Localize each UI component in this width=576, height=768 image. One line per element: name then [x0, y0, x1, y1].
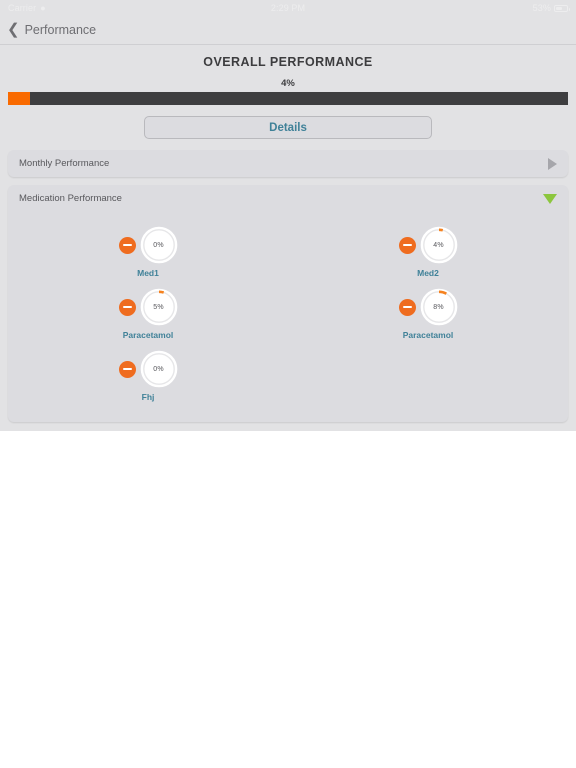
- overall-progress-fill: [8, 92, 31, 105]
- page-title: OVERALL PERFORMANCE: [203, 55, 373, 69]
- medication-row: 8%: [398, 288, 458, 326]
- panel-title-monthly-performance: Monthly Performance: [19, 158, 110, 169]
- navigation-bar: ❮ Performance: [0, 16, 576, 45]
- overall-progress-bar: [8, 92, 568, 105]
- minus-circle-icon[interactable]: [398, 298, 416, 316]
- medication-row: 0%: [118, 350, 178, 388]
- medication-item: 0% Med1: [8, 220, 288, 282]
- medication-gauge: 8%: [420, 288, 458, 326]
- performance-page: OVERALL PERFORMANCE 4% Details Monthly P…: [0, 45, 576, 431]
- medication-item: 5% Paracetamol: [8, 282, 288, 344]
- medication-percent-label: 0%: [153, 241, 164, 249]
- triangle-down-icon: [543, 193, 557, 204]
- panel-medication-performance: Medication Performance 0% Med1 4% Med2 5% Par…: [8, 185, 568, 422]
- details-button[interactable]: Details: [144, 116, 432, 139]
- panel-monthly-performance: Monthly Performance: [8, 150, 568, 177]
- medication-item: 4% Med2: [288, 220, 568, 282]
- battery-percent-label: 53%: [532, 3, 551, 13]
- status-bar: Carrier ● 2:29 PM 53%: [0, 0, 576, 16]
- medication-item: 0% Fhj: [8, 344, 288, 406]
- back-button-label: Performance: [24, 23, 97, 37]
- medication-name-label: Paracetamol: [122, 330, 174, 340]
- wifi-icon: ●: [40, 2, 46, 13]
- minus-circle-icon[interactable]: [398, 236, 416, 254]
- medication-percent-label: 8%: [433, 303, 444, 311]
- medication-name-label: Med2: [417, 268, 439, 278]
- panel-header-medication-performance[interactable]: Medication Performance: [8, 185, 568, 212]
- overall-percent-label: 4%: [281, 78, 295, 89]
- medication-gauge: 4%: [420, 226, 458, 264]
- medication-gauge: 0%: [140, 350, 178, 388]
- chevron-left-icon: ❮: [7, 20, 20, 38]
- minus-circle-icon[interactable]: [118, 236, 136, 254]
- medication-percent-label: 4%: [433, 241, 444, 249]
- medication-name-label: Med1: [137, 268, 159, 278]
- battery-icon: [554, 4, 570, 12]
- medication-gauge: 5%: [140, 288, 178, 326]
- status-bar-center: 2:29 PM: [271, 3, 305, 13]
- panel-header-monthly-performance[interactable]: Monthly Performance: [8, 150, 568, 177]
- carrier-label: Carrier: [8, 3, 37, 13]
- medication-gauge: 0%: [140, 226, 178, 264]
- medication-performance-body: 0% Med1 4% Med2 5% Paracetamol 8% Paracetamol 0%…: [8, 212, 568, 422]
- minus-circle-icon[interactable]: [118, 298, 136, 316]
- medication-name-label: Fhj: [141, 392, 155, 402]
- medication-percent-label: 0%: [153, 365, 164, 373]
- medication-row: 5%: [118, 288, 178, 326]
- minus-circle-icon[interactable]: [118, 360, 136, 378]
- clock-label: 2:29 PM: [270, 3, 306, 13]
- status-bar-left: Carrier ●: [8, 3, 271, 13]
- status-bar-right: 53%: [305, 3, 570, 13]
- medication-percent-label: 5%: [153, 303, 164, 311]
- panel-title-medication-performance: Medication Performance: [19, 193, 122, 204]
- triangle-right-icon: [548, 157, 557, 170]
- medication-row: 0%: [118, 226, 178, 264]
- medication-item: 8% Paracetamol: [288, 282, 568, 344]
- medication-grid: 0% Med1 4% Med2 5% Paracetamol 8% Paracetamol 0%…: [8, 220, 568, 406]
- medication-name-label: Paracetamol: [402, 330, 454, 340]
- medication-row: 4%: [398, 226, 458, 264]
- back-button[interactable]: ❮ Performance: [7, 20, 97, 38]
- details-button-container: Details: [0, 116, 576, 139]
